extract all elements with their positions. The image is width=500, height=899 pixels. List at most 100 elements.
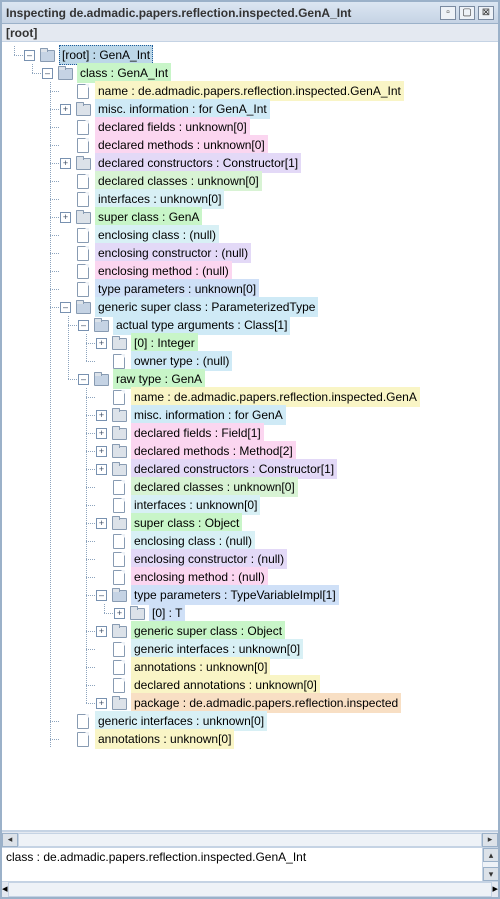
tree-node[interactable]: – actual type arguments : Class[1] <box>6 316 498 334</box>
tree-node-label[interactable]: generic super class : Object <box>131 621 285 641</box>
scroll-down-button[interactable]: ▾ <box>483 867 499 881</box>
tree-node-label[interactable]: generic interfaces : unknown[0] <box>131 639 303 659</box>
expand-handle[interactable]: + <box>96 518 107 529</box>
tree-node-label[interactable]: type parameters : TypeVariableImpl[1] <box>131 585 339 605</box>
tree-node[interactable]: annotations : unknown[0] <box>6 730 498 748</box>
titlebar[interactable]: Inspecting de.admadic.papers.reflection.… <box>2 2 498 24</box>
tree-node[interactable]: enclosing class : (null) <box>6 532 498 550</box>
scroll-track[interactable] <box>18 833 482 847</box>
tree-node[interactable]: declared methods : unknown[0] <box>6 136 498 154</box>
minimize-button[interactable]: ▫ <box>440 6 456 20</box>
tree-node-label[interactable]: super class : Object <box>131 513 242 533</box>
tree-h-scrollbar[interactable]: ◂ ▸ <box>2 831 498 847</box>
tree-node-label[interactable]: enclosing constructor : (null) <box>131 549 287 569</box>
close-button[interactable]: ⊠ <box>478 6 494 20</box>
tree-node-label[interactable]: actual type arguments : Class[1] <box>113 315 290 335</box>
tree-node[interactable]: owner type : (null) <box>6 352 498 370</box>
expand-handle[interactable]: + <box>96 446 107 457</box>
tree-node-label[interactable]: declared constructors : Constructor[1] <box>131 459 337 479</box>
tree-node[interactable]: enclosing constructor : (null) <box>6 244 498 262</box>
tree-node-label[interactable]: enclosing method : (null) <box>95 261 232 281</box>
tree-node-label[interactable]: generic interfaces : unknown[0] <box>95 711 267 731</box>
collapse-handle[interactable]: – <box>78 320 89 331</box>
tree-node-label[interactable]: misc. information : for GenA_Int <box>95 99 270 119</box>
tree-node-label[interactable]: super class : GenA <box>95 207 202 227</box>
tree-node-label[interactable]: raw type : GenA <box>113 369 205 389</box>
tree-node[interactable]: + super class : GenA <box>6 208 498 226</box>
tree-node-label[interactable]: declared classes : unknown[0] <box>95 171 262 191</box>
tree-node-label[interactable]: enclosing method : (null) <box>131 567 268 587</box>
tree-node[interactable]: + misc. information : for GenA_Int <box>6 100 498 118</box>
tree-node-label[interactable]: enclosing class : (null) <box>95 225 219 245</box>
scroll-left-button[interactable]: ◂ <box>2 833 18 847</box>
tree-node-label[interactable]: interfaces : unknown[0] <box>131 495 260 515</box>
tree-node[interactable]: + declared constructors : Constructor[1] <box>6 154 498 172</box>
expand-handle[interactable]: + <box>96 698 107 709</box>
collapse-handle[interactable]: – <box>42 68 53 79</box>
tree-node-label[interactable]: enclosing class : (null) <box>131 531 255 551</box>
tree-node[interactable]: generic interfaces : unknown[0] <box>6 712 498 730</box>
tree-node[interactable]: enclosing class : (null) <box>6 226 498 244</box>
status-h-scrollbar[interactable]: ◂ ▸ <box>2 881 498 897</box>
collapse-handle[interactable]: – <box>78 374 89 385</box>
tree-node[interactable]: declared classes : unknown[0] <box>6 172 498 190</box>
expand-handle[interactable]: + <box>96 626 107 637</box>
tree-node-label[interactable]: enclosing constructor : (null) <box>95 243 251 263</box>
tree-node-label[interactable]: class : GenA_Int <box>77 63 171 83</box>
tree-node-label[interactable]: interfaces : unknown[0] <box>95 189 224 209</box>
tree-node[interactable]: declared classes : unknown[0] <box>6 478 498 496</box>
tree-node[interactable]: interfaces : unknown[0] <box>6 496 498 514</box>
tree-node[interactable]: +[0] : Integer <box>6 334 498 352</box>
tree-node[interactable]: annotations : unknown[0] <box>6 658 498 676</box>
tree-node[interactable]: enclosing constructor : (null) <box>6 550 498 568</box>
tree-node[interactable]: + package : de.admadic.papers.reflection.… <box>6 694 498 712</box>
tree-node-label[interactable]: type parameters : unknown[0] <box>95 279 259 299</box>
tree-node[interactable]: enclosing method : (null) <box>6 262 498 280</box>
tree-node-label[interactable]: declared constructors : Constructor[1] <box>95 153 301 173</box>
tree-node-label[interactable]: declared methods : unknown[0] <box>95 135 268 155</box>
tree-node[interactable]: – [root] : GenA_Int <box>6 46 498 64</box>
tree-pane[interactable]: –[root] : GenA_Int–class : GenA_Intname … <box>2 42 498 831</box>
expand-handle[interactable]: + <box>60 104 71 115</box>
collapse-handle[interactable]: – <box>24 50 35 61</box>
tree-node[interactable]: + generic super class : Object <box>6 622 498 640</box>
tree-node[interactable]: +[0] : T <box>6 604 498 622</box>
tree-node-label[interactable]: package : de.admadic.papers.reflection.i… <box>131 693 401 713</box>
tree-node[interactable]: – type parameters : TypeVariableImpl[1] <box>6 586 498 604</box>
scroll-up-button[interactable]: ▴ <box>483 848 499 862</box>
maximize-button[interactable]: ▢ <box>459 6 475 20</box>
tree-node-label[interactable]: generic super class : ParameterizedType <box>95 297 318 317</box>
tree-node[interactable]: name : de.admadic.papers.reflection.insp… <box>6 388 498 406</box>
scroll-right-button[interactable]: ▸ <box>492 882 498 897</box>
tree-node[interactable]: name : de.admadic.papers.reflection.insp… <box>6 82 498 100</box>
tree-node[interactable]: – raw type : GenA <box>6 370 498 388</box>
tree-node-label[interactable]: declared methods : Method[2] <box>131 441 296 461</box>
tree-node[interactable]: + super class : Object <box>6 514 498 532</box>
expand-handle[interactable]: + <box>114 608 125 619</box>
tree-node[interactable]: enclosing method : (null) <box>6 568 498 586</box>
expand-handle[interactable]: + <box>60 158 71 169</box>
tree-node[interactable]: –generic super class : ParameterizedType <box>6 298 498 316</box>
expand-handle[interactable]: + <box>96 464 107 475</box>
tree-node-label[interactable]: [root] : GenA_Int <box>59 45 153 65</box>
tree-node[interactable]: + misc. information : for GenA <box>6 406 498 424</box>
tree-node[interactable]: +declared fields : Field[1] <box>6 424 498 442</box>
tree-node-label[interactable]: name : de.admadic.papers.reflection.insp… <box>131 387 420 407</box>
collapse-handle[interactable]: – <box>96 590 107 601</box>
tree-node[interactable]: generic interfaces : unknown[0] <box>6 640 498 658</box>
tree-node[interactable]: + declared constructors : Constructor[1] <box>6 460 498 478</box>
tree-node-label[interactable]: annotations : unknown[0] <box>131 657 270 677</box>
tree-node-label[interactable]: declared classes : unknown[0] <box>131 477 298 497</box>
tree-node-label[interactable]: misc. information : for GenA <box>131 405 286 425</box>
tree-node-label[interactable]: annotations : unknown[0] <box>95 729 234 749</box>
status-v-scrollbar[interactable]: ▴ ▾ <box>482 848 498 881</box>
tree-node[interactable]: declared annotations : unknown[0] <box>6 676 498 694</box>
tree-node-label[interactable]: declared annotations : unknown[0] <box>131 675 320 695</box>
scroll-right-button[interactable]: ▸ <box>482 833 498 847</box>
expand-handle[interactable]: + <box>60 212 71 223</box>
tree-node[interactable]: – class : GenA_Int <box>6 64 498 82</box>
tree-node-label[interactable]: declared fields : Field[1] <box>131 423 264 443</box>
expand-handle[interactable]: + <box>96 410 107 421</box>
tree-node-label[interactable]: owner type : (null) <box>131 351 232 371</box>
tree-node[interactable]: interfaces : unknown[0] <box>6 190 498 208</box>
